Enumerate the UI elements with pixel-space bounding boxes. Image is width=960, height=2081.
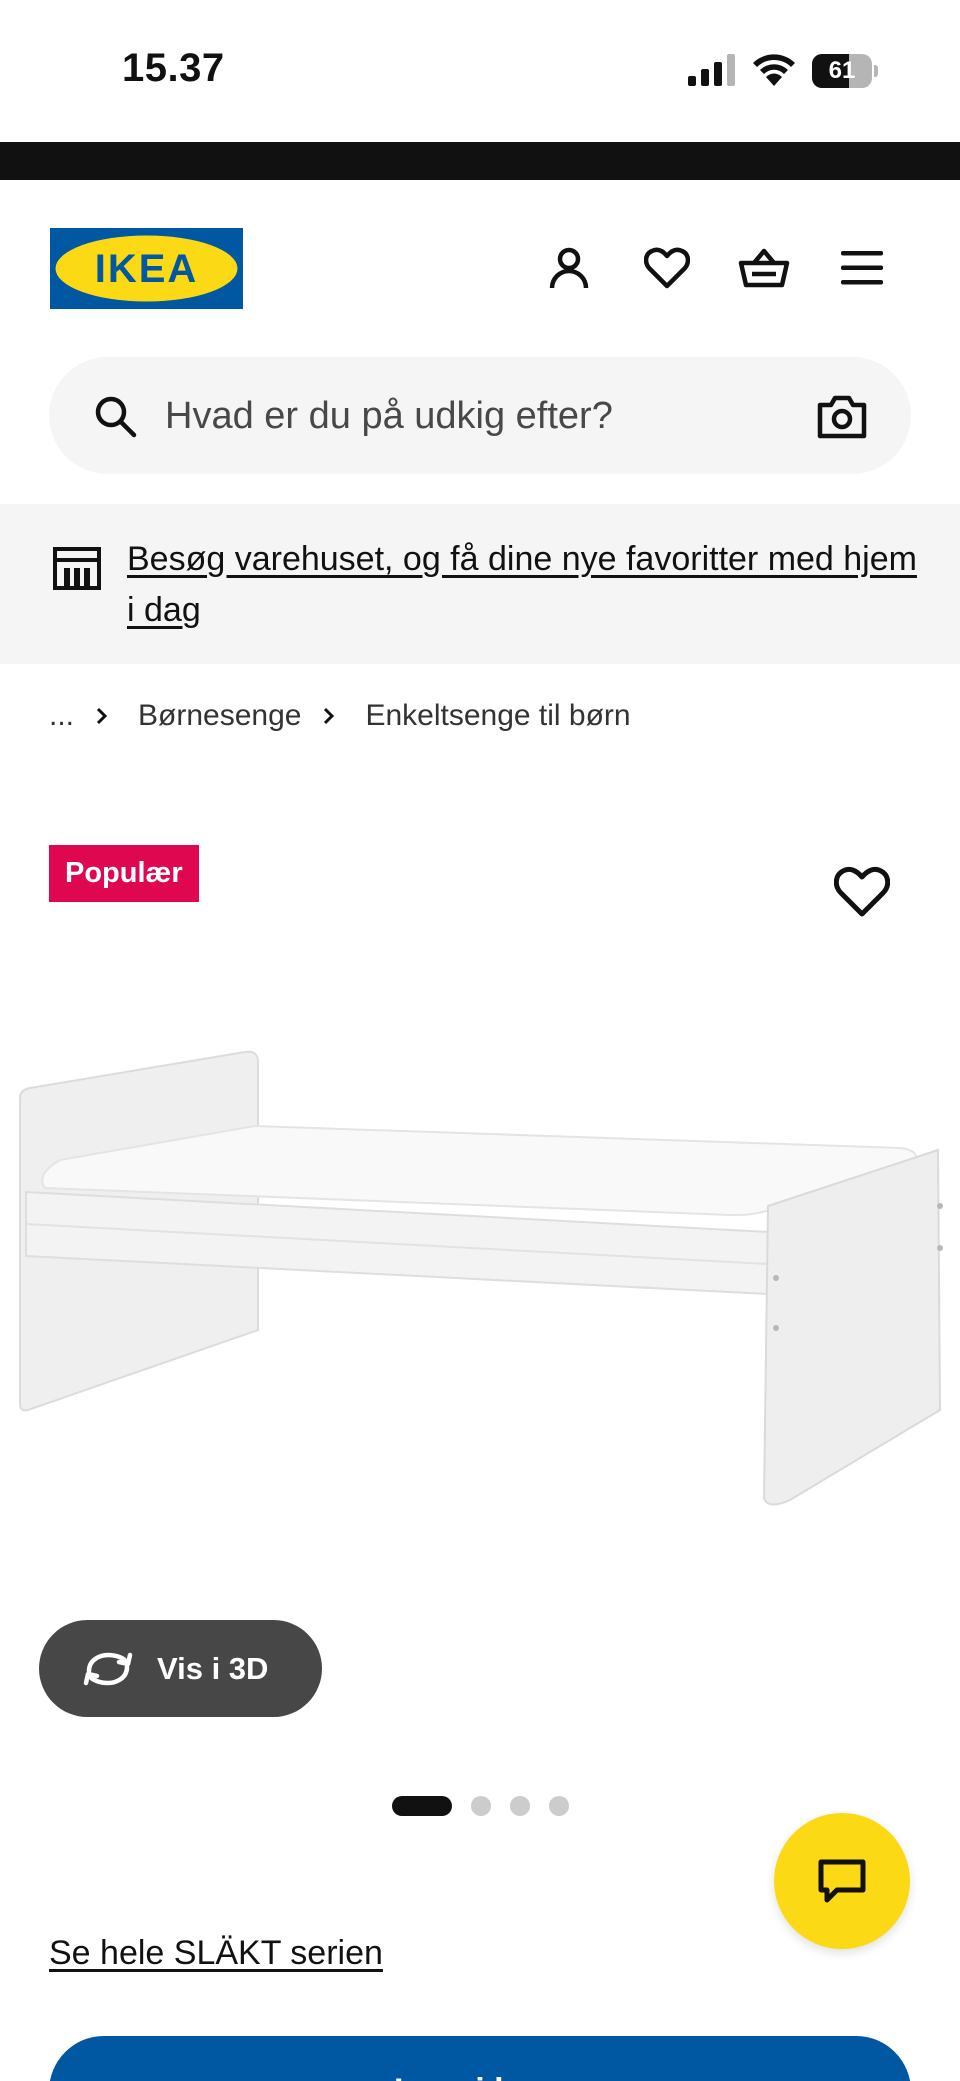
chevron-right-icon — [323, 707, 341, 725]
store-visit-link[interactable]: Besøg varehuset, og få dine nye favoritt… — [127, 534, 917, 636]
carousel-dot[interactable] — [471, 1796, 491, 1816]
battery-icon: 61 — [812, 54, 878, 88]
chat-button[interactable] — [774, 1813, 910, 1949]
store-visit-banner: Besøg varehuset, og få dine nye favoritt… — [0, 504, 960, 664]
wifi-icon — [753, 54, 795, 86]
chat-bubble-icon — [818, 1859, 866, 1903]
breadcrumb-ellipsis[interactable]: ... — [49, 699, 74, 733]
popular-badge: Populær — [49, 845, 199, 902]
image-carousel-indicator — [392, 1796, 588, 1816]
battery-level: 61 — [828, 57, 856, 84]
store-icon — [53, 547, 101, 590]
menu-icon[interactable] — [836, 242, 888, 294]
cart-icon[interactable] — [738, 242, 790, 294]
product-image-bed — [19, 1050, 943, 1506]
view-in-3d-label: Vis i 3D — [157, 1650, 269, 1686]
ikea-logo[interactable]: IKEA — [50, 228, 243, 309]
cellular-signal-icon — [688, 54, 735, 86]
heart-icon[interactable] — [641, 242, 693, 294]
status-bar: 15.37 61 — [0, 0, 960, 142]
view-in-3d-button[interactable]: Vis i 3D — [39, 1620, 322, 1717]
user-icon[interactable] — [543, 242, 595, 294]
announcement-strip — [0, 142, 960, 180]
svg-text:IKEA: IKEA — [95, 247, 199, 291]
add-to-cart-button[interactable]: Læg i kurv — [49, 2036, 911, 2081]
carousel-dot[interactable] — [392, 1796, 452, 1816]
search-icon — [95, 396, 137, 438]
search-input[interactable] — [165, 381, 805, 451]
chevron-right-icon — [96, 707, 114, 725]
carousel-dot[interactable] — [549, 1796, 569, 1816]
status-time: 15.37 — [122, 46, 225, 90]
favourite-heart-icon[interactable] — [834, 866, 890, 918]
camera-icon[interactable] — [817, 393, 867, 439]
carousel-dot[interactable] — [510, 1796, 530, 1816]
series-link[interactable]: Se hele SLÄKT serien — [49, 1934, 383, 1973]
breadcrumb-single-beds[interactable]: Enkeltsenge til børn — [365, 699, 630, 733]
breadcrumb-childrens-beds[interactable]: Børnesenge — [138, 699, 301, 733]
rotate-3d-icon — [83, 1652, 133, 1685]
search-bar[interactable] — [49, 357, 911, 474]
breadcrumb: ... Børnesenge Enkeltsenge til børn — [49, 692, 631, 740]
